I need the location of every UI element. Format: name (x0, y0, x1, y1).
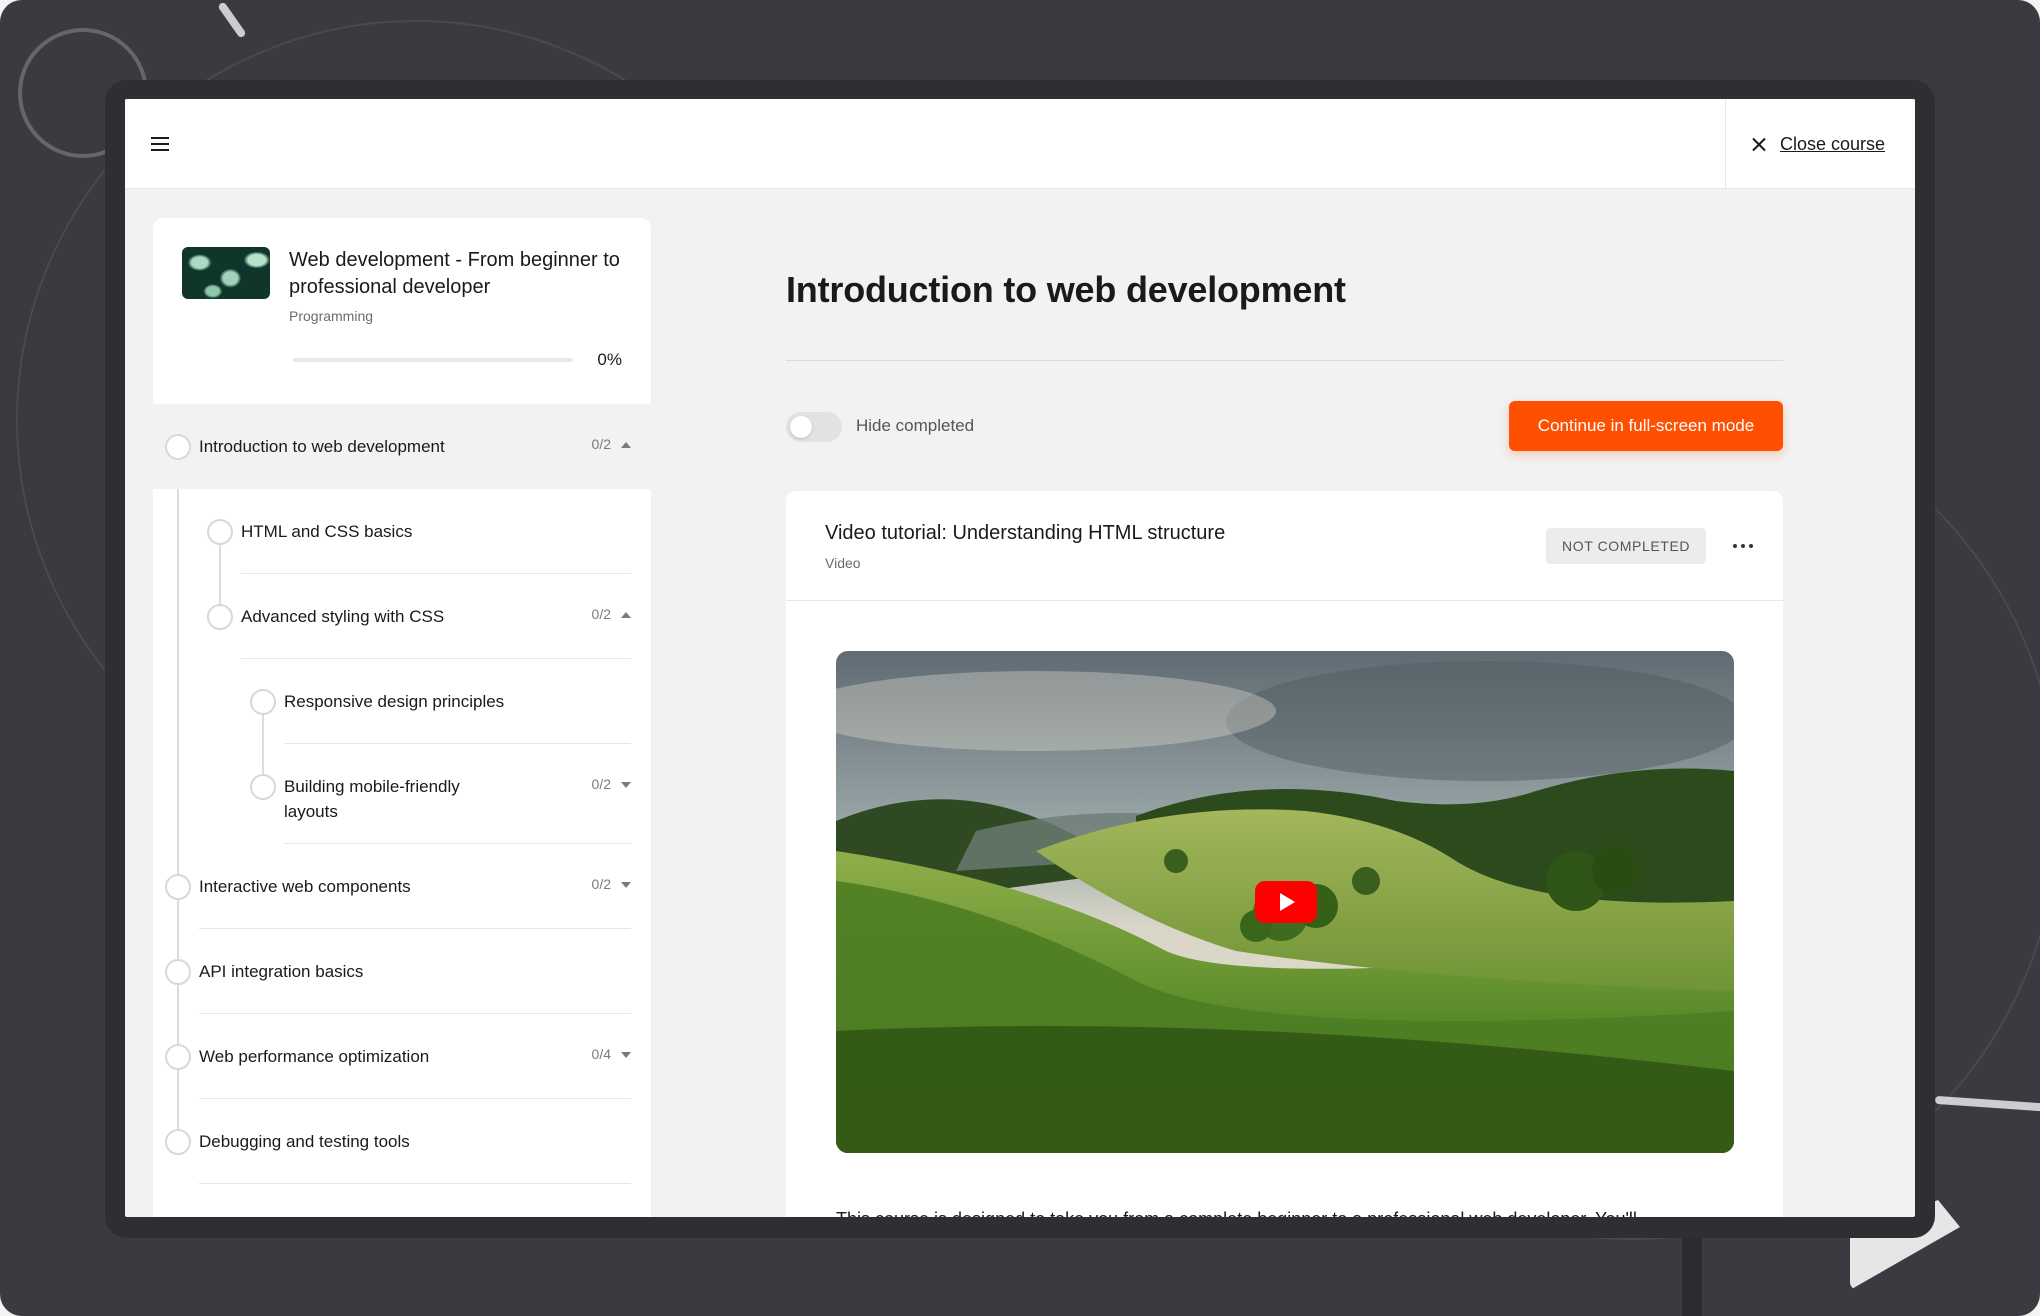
outline-item-label: API integration basics (199, 962, 364, 981)
row-divider (199, 1183, 631, 1184)
page-title: Introduction to web development (786, 269, 1346, 310)
outline-item[interactable]: API integration basics (153, 929, 651, 1014)
course-thumbnail (182, 247, 270, 299)
lesson-description: This course is designed to take you from… (836, 1209, 1736, 1217)
course-progress-text: 0% (597, 350, 622, 369)
video-player[interactable] (836, 651, 1734, 1153)
completion-circle-icon (165, 434, 191, 460)
lesson-item-header: Video tutorial: Understanding HTML struc… (786, 491, 1783, 601)
outline-item-label: HTML and CSS basics (241, 522, 413, 541)
outline-item-label: Building mobile-friendly layouts (284, 777, 460, 821)
background-decoration (217, 1, 247, 39)
chevron-up-icon[interactable] (621, 612, 631, 618)
completion-circle-icon (165, 1044, 191, 1070)
top-bar: Close course (125, 99, 1915, 189)
outline-item[interactable]: Interactive web components 0/2 (153, 844, 651, 929)
course-player: Close course Web development - From begi… (125, 99, 1915, 1217)
outline-item-label: Advanced styling with CSS (241, 607, 445, 626)
course-title: Web development - From beginner to profe… (289, 249, 620, 298)
completion-circle-icon (165, 874, 191, 900)
completion-circle-icon (165, 1129, 191, 1155)
more-horizontal-icon[interactable] (1728, 533, 1758, 559)
chevron-down-icon[interactable] (621, 1052, 631, 1058)
outline-item[interactable]: Debugging and testing tools (153, 1099, 651, 1184)
background-stage: Close course Web development - From begi… (0, 0, 2040, 1316)
close-course-button[interactable]: Close course (1752, 134, 1885, 155)
course-progress-bar (293, 358, 573, 362)
completion-circle-icon (250, 689, 276, 715)
outline-item-label: Responsive design principles (284, 692, 505, 711)
outline-item[interactable]: Web performance optimization 0/4 (153, 1014, 651, 1099)
title-divider (786, 360, 1783, 361)
outline-item-label: Interactive web components (199, 877, 411, 896)
course-outline-sidebar: Web development - From beginner to profe… (153, 218, 651, 1217)
toggle-knob (790, 416, 812, 438)
outline-item[interactable]: Introduction to web development 0/2 (153, 404, 651, 489)
lesson-item-title: Video tutorial: Understanding HTML struc… (825, 522, 1226, 544)
hide-completed-label: Hide completed (856, 416, 975, 435)
hamburger-menu-icon[interactable] (148, 132, 172, 156)
outline-item-count: 0/2 (591, 606, 611, 622)
hide-completed-toggle[interactable] (786, 412, 842, 442)
lesson-item-card: Video tutorial: Understanding HTML struc… (786, 491, 1783, 1217)
course-category: Programming (289, 308, 374, 324)
completion-circle-icon (165, 959, 191, 985)
course-summary-card: Web development - From beginner to profe… (153, 218, 651, 404)
outline-item-label: Introduction to web development (199, 437, 445, 456)
outline-item-count: 0/2 (591, 436, 611, 452)
completion-circle-icon (250, 774, 276, 800)
outline-item[interactable]: Building mobile-friendly layouts 0/2 (153, 744, 651, 844)
outline-item-label: Web performance optimization (199, 1047, 430, 1066)
close-course-label: Close course (1780, 133, 1886, 154)
fullscreen-mode-button[interactable]: Continue in full-screen mode (1509, 401, 1783, 451)
outline-item-count: 0/2 (591, 776, 611, 792)
completion-circle-icon (207, 604, 233, 630)
chevron-down-icon[interactable] (621, 882, 631, 888)
outline-item-count: 0/4 (591, 1046, 611, 1062)
outline-item[interactable]: Responsive design principles (153, 659, 651, 744)
outline-item[interactable]: HTML and CSS basics (153, 489, 651, 574)
outline-item[interactable]: Advanced styling with CSS 0/2 (153, 574, 651, 659)
outline-item-label: Debugging and testing tools (199, 1132, 410, 1151)
close-course-area: Close course (1725, 99, 1915, 189)
background-decoration (1934, 1095, 2040, 1113)
completion-circle-icon (207, 519, 233, 545)
close-icon (1752, 137, 1766, 151)
status-badge: NOT COMPLETED (1546, 528, 1707, 564)
chevron-down-icon[interactable] (621, 782, 631, 788)
outline-item-count: 0/2 (591, 876, 611, 892)
play-icon[interactable] (1255, 881, 1317, 923)
chevron-up-icon[interactable] (621, 442, 631, 448)
lesson-item-type: Video (825, 555, 861, 571)
